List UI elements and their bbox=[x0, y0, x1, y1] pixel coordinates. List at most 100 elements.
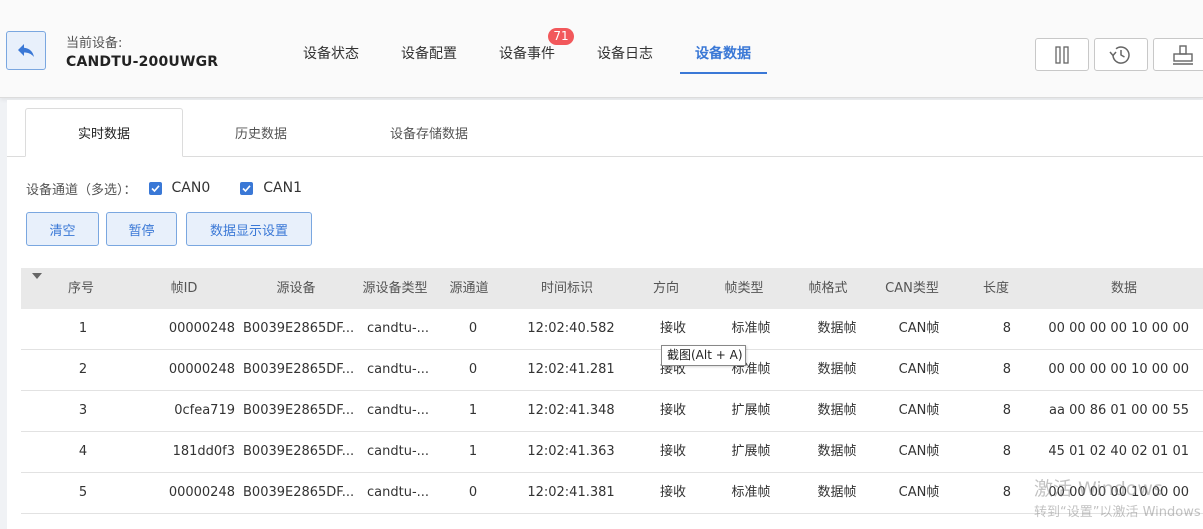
cell-length: 8 bbox=[1002, 403, 1011, 418]
cell-source-type: candtu-... bbox=[367, 403, 430, 418]
cell-source-device: B0039E2865DF... bbox=[243, 444, 355, 459]
cell-frame-type: 标准帧 bbox=[731, 485, 771, 500]
cell-length: 8 bbox=[1002, 362, 1011, 377]
table-row[interactable]: 3 0cfea719 B0039E2865DF... candtu-... 1 12:02… bbox=[21, 391, 1203, 432]
col-header-source-channel[interactable]: 源通道 bbox=[441, 268, 497, 309]
subtab-realtime-data[interactable]: 实时数据 bbox=[25, 108, 183, 157]
subtab-storage-data[interactable]: 设备存储数据 bbox=[339, 108, 519, 157]
cell-data: 45 01 02 40 02 01 01 bbox=[1048, 444, 1189, 459]
cell-frame-id: 181dd0f3 bbox=[172, 444, 235, 459]
cell-frame-id: 0cfea719 bbox=[174, 403, 235, 418]
history-tool-button[interactable] bbox=[1094, 38, 1148, 71]
screenshot-tooltip: 截图(Alt + A) bbox=[661, 345, 746, 366]
cell-source-type: candtu-... bbox=[367, 485, 430, 500]
tab-device-log[interactable]: 设备日志 bbox=[597, 43, 653, 63]
cell-frame-format: 数据帧 bbox=[817, 485, 857, 500]
sort-caret-icon[interactable] bbox=[32, 273, 42, 279]
cell-source-channel: 1 bbox=[468, 444, 478, 459]
back-arrow-icon bbox=[18, 43, 34, 57]
cell-source-device: B0039E2865DF... bbox=[243, 321, 355, 336]
cell-source-channel: 0 bbox=[468, 362, 478, 377]
table-header: 序号 帧ID 源设备 源设备类型 源通道 时间标识 方向 帧类型 帧格式 CAN… bbox=[21, 268, 1203, 309]
dock-tool-button[interactable] bbox=[1153, 38, 1203, 71]
app-header: 当前设备: CANDTU-200UWGR 设备状态 设备配置 设备事件 71 设… bbox=[0, 0, 1203, 98]
active-tab-underline bbox=[680, 72, 767, 74]
can1-label: CAN1 bbox=[263, 180, 302, 196]
can1-checkbox[interactable] bbox=[240, 181, 254, 195]
cell-source-channel: 1 bbox=[468, 403, 478, 418]
cell-direction: 接收 bbox=[659, 485, 686, 500]
display-settings-button[interactable]: 数据显示设置 bbox=[186, 212, 312, 246]
cell-timestamp: 12:02:41.281 bbox=[527, 362, 615, 377]
pause-tool-button[interactable] bbox=[1035, 38, 1089, 71]
device-label: 当前设备: bbox=[66, 36, 123, 51]
table-row[interactable]: 1 00000248 B0039E2865DF... candtu-... 0 12:02… bbox=[21, 309, 1203, 350]
col-header-frame-format[interactable]: 帧格式 bbox=[802, 268, 854, 309]
cell-index: 3 bbox=[78, 403, 88, 418]
cell-direction: 接收 bbox=[659, 444, 686, 459]
col-header-can-type[interactable]: CAN类型 bbox=[878, 268, 946, 309]
cell-source-type: candtu-... bbox=[367, 444, 430, 459]
cell-data: aa 00 86 01 00 00 55 bbox=[1049, 403, 1189, 418]
col-header-direction[interactable]: 方向 bbox=[641, 268, 691, 309]
subtab-history-data[interactable]: 历史数据 bbox=[183, 108, 339, 157]
cell-direction: 接收 bbox=[659, 403, 686, 418]
channel-label: 设备通道（多选）： bbox=[26, 182, 137, 198]
windows-activation-watermark: 激活 Windows bbox=[1034, 478, 1163, 500]
cell-source-type: candtu-... bbox=[367, 321, 430, 336]
col-header-source-type[interactable]: 源设备类型 bbox=[355, 268, 435, 309]
cell-timestamp: 12:02:40.582 bbox=[527, 321, 615, 336]
can0-checkbox[interactable] bbox=[148, 181, 162, 195]
windows-activation-hint: 转到“设置”以激活 Windows bbox=[1034, 505, 1201, 520]
cell-frame-type: 标准帧 bbox=[731, 321, 771, 336]
cell-length: 8 bbox=[1002, 321, 1011, 336]
cell-frame-id: 00000248 bbox=[168, 362, 235, 377]
can0-label: CAN0 bbox=[171, 180, 211, 196]
dock-icon bbox=[1173, 44, 1193, 65]
cell-frame-format: 数据帧 bbox=[817, 321, 857, 336]
cell-timestamp: 12:02:41.348 bbox=[527, 403, 615, 418]
event-count-badge: 71 bbox=[548, 28, 574, 45]
tab-device-status[interactable]: 设备状态 bbox=[303, 43, 359, 63]
table-row[interactable]: 2 00000248 B0039E2865DF... candtu-... 0 12:02… bbox=[21, 350, 1203, 391]
col-header-frame-type[interactable]: 帧类型 bbox=[718, 268, 770, 309]
cell-index: 2 bbox=[78, 362, 88, 377]
cell-can-type: CAN帧 bbox=[898, 485, 940, 500]
device-name: CANDTU-200UWGR bbox=[66, 54, 219, 70]
clear-button[interactable]: 清空 bbox=[26, 212, 99, 246]
cell-frame-format: 数据帧 bbox=[817, 444, 857, 459]
cell-frame-type: 扩展帧 bbox=[731, 403, 771, 418]
checkmark-icon bbox=[242, 184, 251, 192]
cell-source-channel: 0 bbox=[468, 485, 478, 500]
cell-frame-id: 00000248 bbox=[168, 485, 235, 500]
channel-selector: 设备通道（多选）： CAN0 CAN1 bbox=[26, 178, 332, 198]
subtabs-divider bbox=[7, 156, 1203, 157]
cell-frame-format: 数据帧 bbox=[817, 362, 857, 377]
col-header-data[interactable]: 数据 bbox=[1096, 268, 1152, 309]
tab-device-events[interactable]: 设备事件 bbox=[499, 43, 555, 63]
cell-data: 00 00 00 00 10 00 00 bbox=[1048, 321, 1189, 336]
cell-index: 1 bbox=[78, 321, 88, 336]
pause-icon bbox=[1055, 45, 1069, 64]
tab-device-config[interactable]: 设备配置 bbox=[401, 43, 457, 63]
table-row[interactable]: 5 00000248 B0039E2865DF... candtu-... 0 12:02… bbox=[21, 473, 1203, 514]
cell-source-device: B0039E2865DF... bbox=[243, 403, 355, 418]
history-icon bbox=[1109, 45, 1130, 64]
col-header-source-device[interactable]: 源设备 bbox=[261, 268, 331, 309]
col-header-length[interactable]: 长度 bbox=[976, 268, 1016, 309]
cell-index: 5 bbox=[78, 485, 88, 500]
pause-button[interactable]: 暂停 bbox=[106, 212, 177, 246]
cell-index: 4 bbox=[78, 444, 88, 459]
cell-direction: 接收 bbox=[659, 321, 686, 336]
cell-data: 00 00 00 00 10 00 00 bbox=[1048, 362, 1189, 377]
col-header-index[interactable]: 序号 bbox=[51, 268, 111, 309]
table-row[interactable]: 4 181dd0f3 B0039E2865DF... candtu-... 1 12:02… bbox=[21, 432, 1203, 473]
cell-can-type: CAN帧 bbox=[898, 321, 940, 336]
cell-source-device: B0039E2865DF... bbox=[243, 362, 355, 377]
col-header-timestamp[interactable]: 时间标识 bbox=[527, 268, 607, 309]
cell-source-channel: 0 bbox=[468, 321, 478, 336]
col-header-frame-id[interactable]: 帧ID bbox=[155, 268, 213, 309]
tab-device-data[interactable]: 设备数据 bbox=[695, 43, 751, 63]
cell-timestamp: 12:02:41.363 bbox=[527, 444, 615, 459]
back-button[interactable] bbox=[6, 31, 46, 70]
